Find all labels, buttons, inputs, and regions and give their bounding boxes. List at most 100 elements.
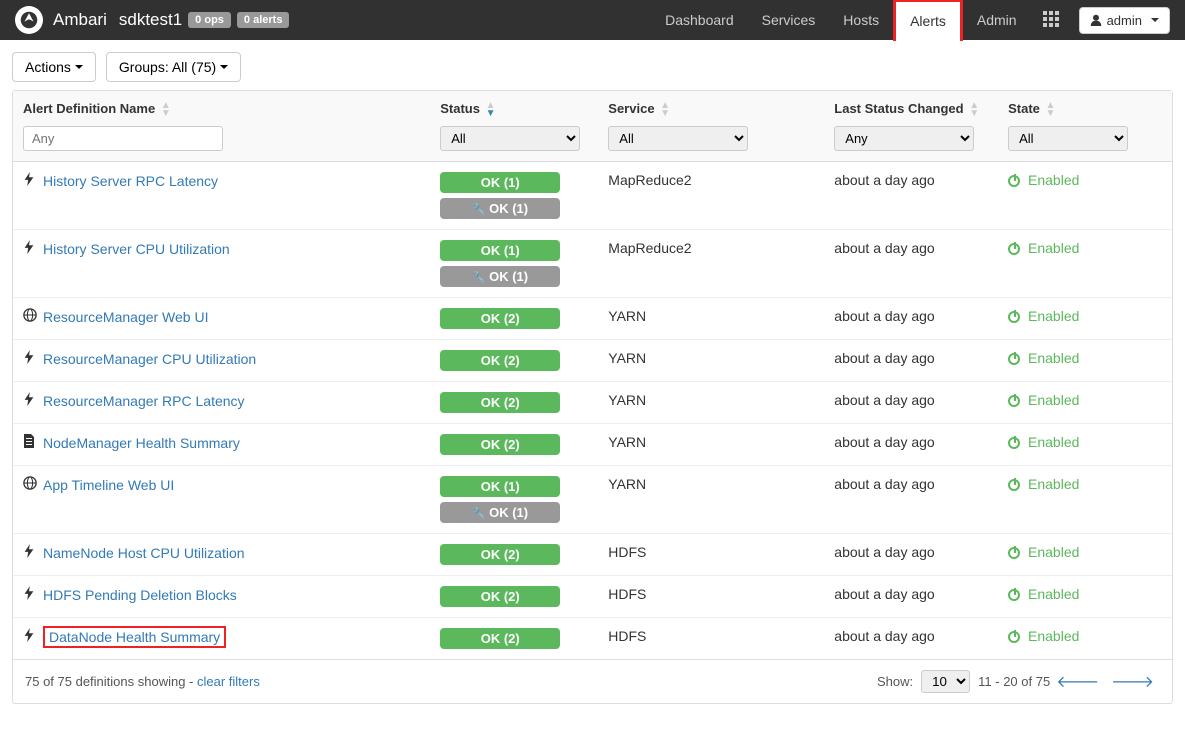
col-header-service[interactable]: Service ▲▼ <box>598 91 824 122</box>
state-toggle[interactable]: Enabled <box>1008 434 1079 450</box>
status-badge-ok[interactable]: OK (2) <box>440 544 560 565</box>
changed-cell: about a day ago <box>824 297 998 339</box>
nav-item-dashboard[interactable]: Dashboard <box>651 0 748 40</box>
alerts-table: Alert Definition Name ▲▼ Status ▲▼ Servi… <box>12 90 1173 704</box>
groups-button[interactable]: Groups: All (75) <box>106 52 241 82</box>
cluster-name[interactable]: sdktest1 <box>119 10 182 30</box>
caret-down-icon <box>75 65 83 69</box>
page-size-select[interactable]: 10 <box>921 670 970 693</box>
table-row: NodeManager Health SummaryOK (2)YARNabou… <box>13 423 1172 465</box>
table-row: ResourceManager RPC LatencyOK (2)YARNabo… <box>13 381 1172 423</box>
status-badge-ok[interactable]: OK (1) <box>440 172 560 193</box>
status-badge-maintenance[interactable]: OK (1) <box>440 198 560 219</box>
filter-state-select[interactable]: All <box>1008 126 1128 151</box>
service-cell: HDFS <box>598 575 824 617</box>
status-badge-ok[interactable]: OK (1) <box>440 476 560 497</box>
status-badge-ok[interactable]: OK (2) <box>440 308 560 329</box>
user-menu-button[interactable]: admin <box>1079 7 1170 34</box>
alert-definition-link[interactable]: ResourceManager RPC Latency <box>43 393 245 409</box>
caret-down-icon <box>1151 18 1159 22</box>
filter-name-input[interactable] <box>23 126 223 151</box>
status-badge-ok[interactable]: OK (2) <box>440 628 560 649</box>
col-header-state[interactable]: State ▲▼ <box>998 91 1172 122</box>
service-cell: HDFS <box>598 533 824 575</box>
status-badge-ok[interactable]: OK (2) <box>440 586 560 607</box>
sort-icon: ▲▼ <box>486 102 496 118</box>
file-icon <box>23 434 39 451</box>
col-header-status[interactable]: Status ▲▼ <box>430 91 598 122</box>
alert-definition-link[interactable]: ResourceManager CPU Utilization <box>43 351 256 367</box>
actions-button[interactable]: Actions <box>12 52 96 82</box>
filter-status-select[interactable]: All <box>440 126 580 151</box>
top-navbar: Ambari sdktest1 0 ops 0 alerts Dashboard… <box>0 0 1185 40</box>
status-badge-maintenance[interactable]: OK (1) <box>440 502 560 523</box>
state-toggle[interactable]: Enabled <box>1008 350 1079 366</box>
bolt-icon <box>23 586 39 603</box>
alerts-count-badge[interactable]: 0 alerts <box>237 12 290 28</box>
state-toggle[interactable]: Enabled <box>1008 172 1079 188</box>
service-cell: YARN <box>598 423 824 465</box>
state-toggle[interactable]: Enabled <box>1008 308 1079 324</box>
nav-item-alerts[interactable]: Alerts <box>893 0 963 41</box>
status-badge-ok[interactable]: OK (1) <box>440 240 560 261</box>
caret-down-icon <box>220 65 228 69</box>
service-cell: YARN <box>598 339 824 381</box>
alert-definition-link[interactable]: History Server CPU Utilization <box>43 241 230 257</box>
clear-filters-link[interactable]: clear filters <box>197 674 260 689</box>
state-toggle[interactable]: Enabled <box>1008 240 1079 256</box>
alert-definition-link[interactable]: ResourceManager Web UI <box>43 309 208 325</box>
power-icon <box>1008 353 1020 365</box>
table-row: History Server RPC Latency OK (1) OK (1) Ma… <box>13 161 1172 229</box>
globe-icon <box>23 476 39 493</box>
bolt-icon <box>23 172 39 189</box>
table-row: HDFS Pending Deletion Blocks OK (2) HDFSab… <box>13 575 1172 617</box>
sort-icon: ▲▼ <box>660 102 670 118</box>
service-cell: YARN <box>598 465 824 533</box>
state-toggle[interactable]: Enabled <box>1008 628 1079 644</box>
state-toggle[interactable]: Enabled <box>1008 544 1079 560</box>
status-badge-ok[interactable]: OK (2) <box>440 392 560 413</box>
status-badge-ok[interactable]: OK (2) <box>440 350 560 371</box>
col-header-name[interactable]: Alert Definition Name ▲▼ <box>13 91 430 122</box>
nav-item-services[interactable]: Services <box>748 0 830 40</box>
table-footer: 75 of 75 definitions showing - clear fil… <box>13 659 1172 703</box>
alert-definition-link[interactable]: DataNode Health Summary <box>43 626 226 648</box>
prev-page-button[interactable]: 🡐 <box>1050 671 1105 692</box>
state-toggle[interactable]: Enabled <box>1008 586 1079 602</box>
filter-changed-select[interactable]: Any <box>834 126 974 151</box>
ops-badge[interactable]: 0 ops <box>188 12 231 28</box>
filter-service-select[interactable]: All <box>608 126 748 151</box>
power-icon <box>1008 631 1020 643</box>
state-toggle[interactable]: Enabled <box>1008 392 1079 408</box>
service-cell: YARN <box>598 297 824 339</box>
changed-cell: about a day ago <box>824 229 998 297</box>
globe-icon <box>23 308 39 325</box>
alert-definition-link[interactable]: App Timeline Web UI <box>43 477 174 493</box>
changed-cell: about a day ago <box>824 575 998 617</box>
nav-item-hosts[interactable]: Hosts <box>829 0 893 40</box>
alert-definition-link[interactable]: History Server RPC Latency <box>43 173 218 189</box>
alert-definition-link[interactable]: NodeManager Health Summary <box>43 435 240 451</box>
state-toggle[interactable]: Enabled <box>1008 476 1079 492</box>
show-label: Show: <box>877 674 913 689</box>
page-range: 11 - 20 of 75 <box>978 674 1050 689</box>
filter-row: All All Any All <box>13 122 1172 162</box>
footer-summary: 75 of 75 definitions showing - clear fil… <box>25 674 260 689</box>
user-icon <box>1090 14 1102 26</box>
col-header-changed[interactable]: Last Status Changed ▲▼ <box>824 91 998 122</box>
service-cell: MapReduce2 <box>598 161 824 229</box>
apps-grid-icon[interactable] <box>1031 11 1071 30</box>
bolt-icon <box>23 544 39 561</box>
alert-definition-link[interactable]: NameNode Host CPU Utilization <box>43 545 245 561</box>
sort-icon: ▲▼ <box>161 102 171 118</box>
next-page-button[interactable]: 🡒 <box>1105 671 1160 692</box>
table-row: App Timeline Web UIOK (1)OK (1)YARNabout… <box>13 465 1172 533</box>
bolt-icon <box>23 350 39 367</box>
brand[interactable]: Ambari <box>15 6 107 34</box>
nav-item-admin[interactable]: Admin <box>963 0 1031 40</box>
status-badge-ok[interactable]: OK (2) <box>440 434 560 455</box>
status-badge-maintenance[interactable]: OK (1) <box>440 266 560 287</box>
alert-definition-link[interactable]: HDFS Pending Deletion Blocks <box>43 587 237 603</box>
toolbar: Actions Groups: All (75) <box>0 40 1185 90</box>
groups-label: Groups: All (75) <box>119 59 216 75</box>
